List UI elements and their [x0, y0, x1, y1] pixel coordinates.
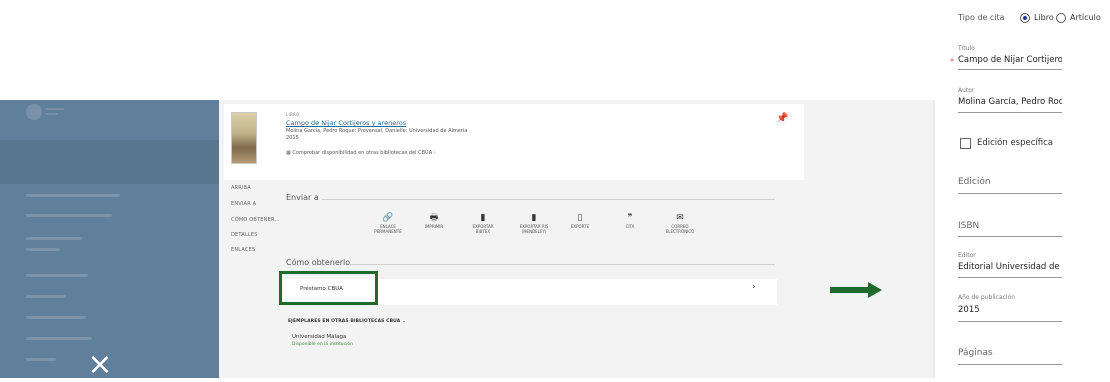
divider — [322, 199, 775, 200]
nav-arriba[interactable]: ARRIBA — [231, 185, 251, 191]
permalink-button[interactable]: 🔗 ENLACE PERMANENTE — [368, 212, 408, 234]
library-name: Universidad Málaga — [292, 334, 347, 340]
citation-type-label: Tipo de cita — [958, 13, 1005, 22]
field-underline — [958, 236, 1062, 237]
library-status: Disponible en la institución — [292, 342, 353, 347]
availability-link-text: Comprobar disponibilidad en otras biblio… — [292, 150, 436, 156]
isbn-field[interactable]: ISBN — [958, 221, 979, 231]
chevron-right-icon[interactable]: › — [752, 282, 756, 292]
field-underline — [958, 69, 1062, 70]
logo — [26, 104, 66, 130]
radio-articulo[interactable] — [1056, 13, 1066, 23]
sidebar-item[interactable] — [26, 337, 92, 340]
book-cover[interactable] — [231, 112, 257, 164]
sidebar-item[interactable] — [26, 316, 86, 319]
quote-icon: ❞ — [627, 213, 633, 223]
email-button[interactable]: ✉ CORREO ELECTRÓNICO — [660, 212, 700, 234]
mail-icon: ✉ — [676, 213, 684, 223]
chevron-down-icon: ⌄ — [402, 319, 406, 324]
publisher-label: Editor — [958, 252, 976, 259]
sidebar-header-band — [0, 140, 219, 184]
sidebar-item[interactable] — [26, 248, 60, 251]
nav-detalles[interactable]: DETALLES — [231, 232, 258, 238]
publisher-field[interactable]: Editorial Universidad de A — [958, 262, 1062, 272]
sidebar-item[interactable] — [26, 358, 56, 361]
title-label: Título — [958, 45, 975, 52]
pages-field[interactable]: Páginas — [958, 348, 993, 358]
send-heading: Enviar a — [286, 193, 319, 202]
field-underline — [958, 112, 1062, 113]
radio-articulo-label: Artículo — [1070, 13, 1101, 22]
nav-enviar-a[interactable]: ENVIAR A — [231, 201, 256, 207]
record-card — [224, 104, 804, 180]
edition-field[interactable]: Edición — [958, 177, 991, 187]
record-title[interactable]: Campo de Nijar Cortijeros y areneros — [286, 119, 406, 127]
sidebar-item[interactable] — [26, 237, 82, 240]
sidebar-item[interactable] — [26, 194, 120, 197]
nav-como-obtener[interactable]: CÓMO OBTENER... — [231, 217, 280, 223]
other-libraries-toggle[interactable]: EJEMPLARES EN OTRAS BIBLIOTECAS CBUA ⌄ — [288, 319, 406, 324]
availability-link[interactable]: ▦ Comprobar disponibilidad en otras bibl… — [286, 150, 436, 156]
author-label: Autor — [958, 87, 975, 94]
nav-enlaces[interactable]: ENLACES — [231, 247, 255, 253]
cite-button[interactable]: ❞ CITA — [610, 212, 650, 229]
print-icon: 🖶 — [429, 213, 439, 223]
print-button[interactable]: 🖶 IMPRIMIR — [414, 212, 454, 229]
sidebar-item[interactable] — [26, 274, 88, 277]
specific-edition-checkbox[interactable] — [960, 138, 971, 149]
export-button[interactable]: ▯ EXPORTE — [560, 212, 600, 229]
file-export-icon: ▮ — [480, 213, 486, 223]
author-field[interactable]: Molina García, Pedro Roq — [958, 97, 1062, 107]
field-underline — [958, 193, 1062, 194]
highlight-box — [279, 271, 378, 305]
field-underline — [958, 321, 1062, 322]
other-libraries-label: EJEMPLARES EN OTRAS BIBLIOTECAS CBUA — [288, 319, 401, 324]
record-authors: Molina García, Pedro Roque; Provensal, D… — [286, 128, 468, 134]
divider — [350, 264, 775, 265]
sidebar-item[interactable] — [26, 295, 66, 298]
file-export-icon: ▮ — [531, 213, 537, 223]
required-icon: * — [950, 57, 954, 66]
sidebar-item[interactable] — [26, 214, 112, 217]
obtain-heading: Cómo obtenerlo — [286, 258, 351, 267]
arrow-right-icon — [830, 282, 882, 298]
specific-edition-label: Edición específica — [977, 138, 1054, 148]
radio-libro-label: Libro — [1034, 13, 1054, 22]
sidebar — [0, 100, 219, 378]
year-label: Año de publicación — [958, 294, 1016, 301]
year-field[interactable]: 2015 — [958, 305, 980, 315]
export-bibtex-button[interactable]: ▮ EXPORTAR BIBTEX — [463, 212, 503, 234]
field-underline — [958, 364, 1062, 365]
close-icon[interactable]: × — [86, 350, 114, 380]
title-field[interactable]: Campo de Nijar Cortijeros — [958, 55, 1062, 65]
document-icon: ▯ — [577, 213, 583, 223]
record-year: 2015 — [286, 135, 299, 141]
record-type: LIBRO — [286, 112, 300, 117]
pin-icon[interactable]: 📌 — [776, 113, 788, 124]
export-ris-button[interactable]: ▮ EXPORTAR RIS (MENDELEY) — [514, 212, 554, 234]
field-underline — [958, 277, 1062, 278]
radio-libro[interactable] — [1020, 13, 1030, 23]
link-icon: 🔗 — [382, 213, 394, 223]
